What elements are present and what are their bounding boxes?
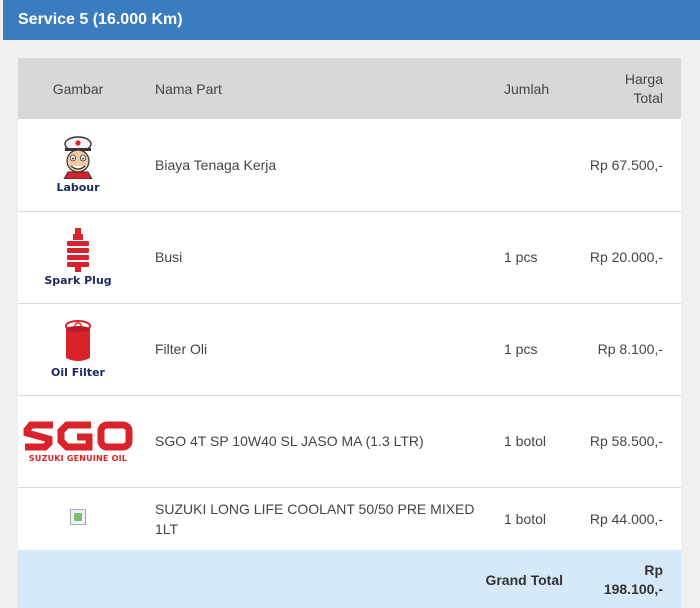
table-header-row: Gambar Nama Part Jumlah Harga Total [18,58,681,119]
table-row: Labour Biaya Tenaga Kerja Rp 67.500,- [18,119,681,211]
column-header-jumlah: Jumlah [504,80,550,97]
grand-total-label: Grand Total [485,572,563,588]
table-row: Oil Filter Filter Oli 1 pcs Rp 8.100,- [18,303,681,395]
part-name: SGO 4T SP 10W40 SL JASO MA (1.3 LTR) [155,433,424,449]
part-quantity: 1 pcs [504,249,538,265]
column-header-harga: Harga [624,70,663,87]
labour-mechanic-icon: Labour [56,135,100,194]
part-price: Rp 44.000,- [589,510,663,527]
section-header: Service 5 (16.000 Km) [3,0,700,40]
part-image-cell: Labour [18,119,138,211]
part-quantity [487,119,573,211]
part-quantity: 1 botol [504,433,547,449]
part-name: Biaya Tenaga Kerja [155,156,277,173]
spark-plug-icon: Spark Plug [44,227,112,287]
table-row: SUZUKI LONG LIFE COOLANT 50/50 PRE MIXED… [18,487,681,550]
parts-panel: Gambar Nama Part Jumlah Harga Total Labo… [18,58,681,608]
part-image-cell: Spark Plug [18,211,138,303]
oil-filter-icon: Oil Filter [51,319,105,379]
grand-total-currency: Rp [644,562,663,578]
sgo-caption: SUZUKI GENUINE OIL [28,454,128,463]
broken-image-icon [70,509,86,526]
part-price: Rp 67.500,- [589,156,663,173]
table-row: Spark Plug Busi 1 pcs Rp 20.000,- [18,211,681,303]
part-name: Busi [155,249,183,265]
labour-caption: Labour [56,181,100,195]
grand-total-row: Grand Total Rp 198.100,- [18,550,681,608]
part-image-cell [18,487,138,550]
parts-table: Gambar Nama Part Jumlah Harga Total Labo… [18,58,681,608]
oil-filter-caption: Oil Filter [51,365,105,379]
section-title: Service 5 (16.000 Km) [18,11,183,28]
column-header-nama-part: Nama Part [155,80,222,97]
part-image-cell: SUZUKI GENUINE OIL [18,395,138,487]
part-price: Rp 58.500,- [589,433,663,449]
part-quantity: 1 pcs [504,341,538,357]
part-name: Filter Oli [155,341,208,357]
part-image-cell: Oil Filter [18,303,138,395]
sgo-logo-icon: SUZUKI GENUINE OIL [23,419,133,463]
column-header-gambar: Gambar [52,80,104,97]
part-price: Rp 8.100,- [597,341,663,357]
spark-plug-caption: Spark Plug [44,273,112,287]
part-quantity: 1 botol [504,510,547,527]
column-header-total: Total [633,89,663,106]
grand-total-amount: 198.100,- [603,581,663,597]
part-price: Rp 20.000,- [589,249,663,265]
part-name: SUZUKI LONG LIFE COOLANT 50/50 PRE MIXED… [155,500,475,537]
column-header-harga-total: Harga Total [573,58,681,119]
grand-total-value: Rp 198.100,- [573,550,681,608]
table-row: SUZUKI GENUINE OIL SGO 4T SP 10W40 SL JA… [18,395,681,487]
